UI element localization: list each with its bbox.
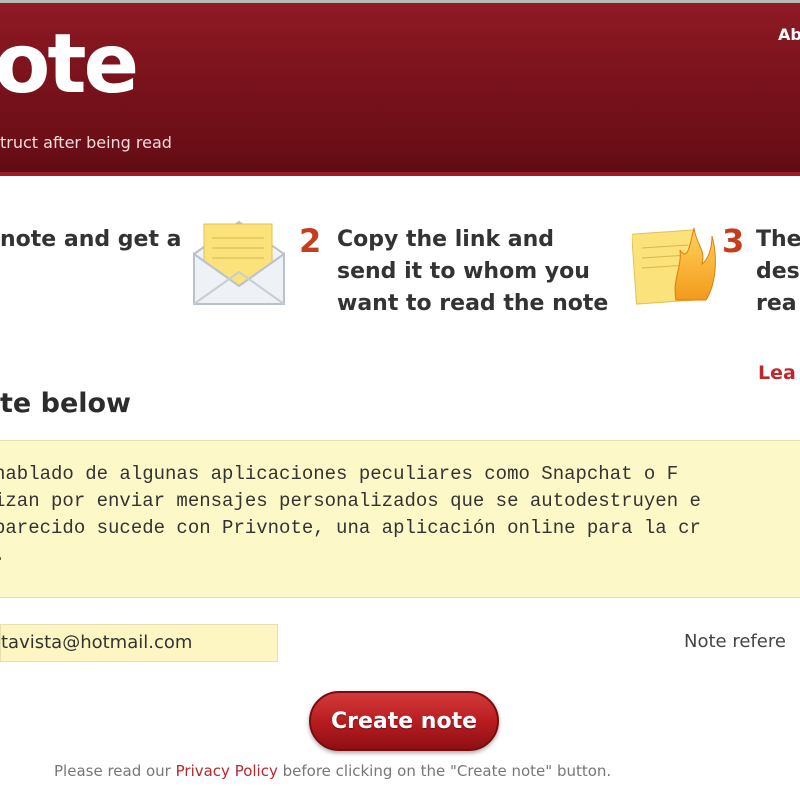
- step-2-text: Copy the link and send it to whom you wa…: [337, 224, 608, 320]
- step-2-line-3: want to read the note: [337, 291, 609, 316]
- step-3-line-1: The: [756, 227, 800, 252]
- site-logo[interactable]: ote: [0, 17, 139, 112]
- note-line-3: parecido sucede con Privnote, una aplica…: [0, 517, 701, 539]
- email-field[interactable]: tavista@hotmail.com: [0, 624, 278, 662]
- note-reference-label: Note refere: [684, 631, 786, 652]
- envelope-icon: [190, 214, 288, 310]
- burning-note-icon: [631, 214, 718, 306]
- step-3-line-2: des: [756, 259, 800, 284]
- note-line-2: izan por enviar mensajes personalizados …: [0, 490, 701, 512]
- privacy-notice-after: before clicking on the "Create note" but…: [277, 762, 612, 780]
- privacy-notice: Please read our Privacy Policy before cl…: [54, 762, 611, 780]
- create-note-button[interactable]: Create note: [309, 691, 499, 751]
- step-2-line-1: Copy the link and: [337, 227, 555, 252]
- step-3-line-3: rea: [756, 291, 797, 316]
- step-2-line-2: send it to whom you: [337, 259, 590, 284]
- step-3-number: 3: [722, 222, 745, 260]
- step-2-number: 2: [299, 222, 322, 260]
- site-header: ote truct after being read Ab: [0, 0, 800, 176]
- step-1-text: note and get a: [0, 224, 181, 256]
- note-line-4: .: [0, 544, 5, 566]
- step-1-line-1: note and get a: [0, 227, 182, 252]
- learn-more-link[interactable]: Lea: [758, 362, 796, 384]
- nav-about-link[interactable]: Ab: [778, 25, 800, 44]
- section-title: te below: [0, 388, 132, 419]
- privacy-policy-link[interactable]: Privacy Policy: [176, 762, 278, 780]
- privacy-notice-before: Please read our: [54, 762, 176, 780]
- note-textarea[interactable]: hablado de algunas aplicaciones peculiar…: [0, 440, 800, 598]
- step-3-text: The des rea: [756, 224, 800, 320]
- site-tagline: truct after being read: [0, 133, 172, 152]
- note-line-1: hablado de algunas aplicaciones peculiar…: [0, 463, 679, 485]
